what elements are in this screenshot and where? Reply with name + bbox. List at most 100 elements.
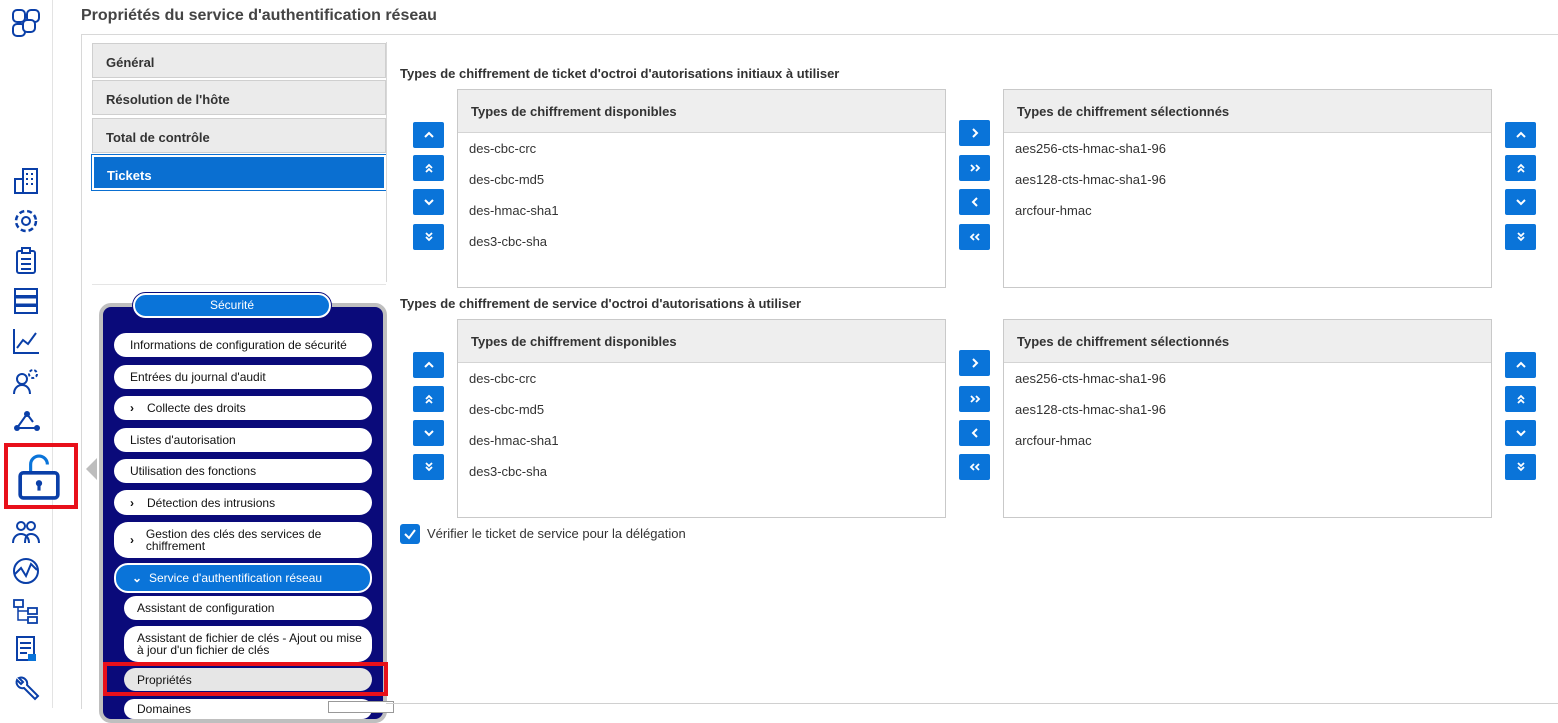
add-all-button[interactable] (959, 386, 990, 412)
menu-item-config-wizard[interactable]: Assistant de configuration (124, 596, 372, 620)
section2-title: Types de chiffrement de service d'octroi… (400, 296, 802, 311)
checkmark-icon (404, 529, 416, 540)
chevron-right-icon: › (130, 495, 134, 510)
list-item[interactable]: des-cbc-crc (458, 133, 945, 164)
add-selected-button[interactable] (959, 350, 990, 376)
move-up-button[interactable] (1505, 352, 1536, 378)
tab-divider-bottom (92, 284, 386, 285)
remove-selected-button[interactable] (959, 420, 990, 446)
list-item[interactable]: des3-cbc-sha (458, 456, 945, 487)
move-up-button[interactable] (413, 352, 444, 378)
move-top-button[interactable] (1505, 155, 1536, 181)
move-up-button[interactable] (413, 122, 444, 148)
menu-item-keytab-wizard[interactable]: Assistant de fichier de clés - Ajout ou … (124, 626, 372, 662)
verify-service-ticket-label: Vérifier le ticket de service pour la dé… (427, 526, 686, 541)
chevron-right-icon: › (130, 533, 134, 547)
list-item[interactable]: des-hmac-sha1 (458, 195, 945, 226)
menu-item-intrusion-detection[interactable]: › Détection des intrusions (114, 490, 372, 515)
chevron-down-icon: ⌄ (132, 571, 143, 585)
remove-selected-button[interactable] (959, 189, 990, 215)
app-logo-icon[interactable] (9, 6, 43, 40)
list-item[interactable]: des-cbc-md5 (458, 164, 945, 195)
menu-item-label: Assistant de configuration (137, 601, 275, 615)
network-share-icon[interactable] (9, 404, 43, 438)
list-item[interactable]: des-cbc-md5 (458, 394, 945, 425)
menu-item-label: Informations de configuration de sécurit… (130, 338, 347, 352)
menu-item-label: Assistant de fichier de clés - Ajout ou … (137, 631, 362, 657)
menu-item-label: Gestion des clés des services de chiffre… (145, 527, 322, 553)
tab-host-resolution[interactable]: Résolution de l'hôte (92, 80, 386, 115)
list-item[interactable]: des3-cbc-sha (458, 226, 945, 257)
move-down-button[interactable] (413, 420, 444, 446)
move-top-button[interactable] (1505, 386, 1536, 412)
menu-item-label: Entrées du journal d'audit (130, 370, 266, 384)
page-title: Propriétés du service d'authentification… (81, 7, 437, 24)
gear-icon[interactable] (9, 204, 43, 238)
tab-general[interactable]: Général (92, 43, 386, 78)
menu-item-crypto-key-management[interactable]: › Gestion des clés des services de chiffr… (114, 522, 372, 558)
security-flyout-title: Sécurité (133, 293, 331, 318)
move-bottom-button[interactable] (1505, 454, 1536, 480)
left-navigation-rail (0, 0, 60, 708)
list-item[interactable]: aes128-cts-hmac-sha1-96 (1004, 164, 1491, 195)
document-list-icon[interactable] (9, 632, 43, 666)
selected-types-list[interactable]: Types de chiffrement sélectionnés aes256… (1003, 89, 1492, 288)
chevron-right-icon: › (130, 401, 134, 415)
move-bottom-button[interactable] (1505, 224, 1536, 250)
list-header: Types de chiffrement sélectionnés (1004, 320, 1491, 363)
menu-item-label: Détection des intrusions (147, 495, 276, 510)
remove-all-button[interactable] (959, 224, 990, 250)
add-all-button[interactable] (959, 155, 990, 181)
tooltip (328, 701, 394, 713)
list-item[interactable]: arcfour-hmac (1004, 425, 1491, 456)
section1-title: Types de chiffrement de ticket d'octroi … (400, 66, 840, 81)
menu-item-audit-journal[interactable]: Entrées du journal d'audit (114, 365, 372, 389)
selected-types-list[interactable]: Types de chiffrement sélectionnés aes256… (1003, 319, 1492, 518)
menu-item-function-usage[interactable]: Utilisation des fonctions (114, 459, 372, 483)
add-selected-button[interactable] (959, 120, 990, 146)
move-bottom-button[interactable] (413, 224, 444, 250)
menu-item-security-config-info[interactable]: Informations de configuration de sécurit… (114, 333, 372, 357)
line-chart-icon[interactable] (9, 324, 43, 358)
list-header: Types de chiffrement disponibles (458, 320, 945, 363)
menu-item-authority-collection[interactable]: › Collecte des droits (114, 396, 372, 420)
tab-tickets[interactable]: Tickets (91, 154, 387, 191)
move-top-button[interactable] (413, 386, 444, 412)
users-group-icon[interactable] (9, 514, 43, 548)
menu-item-label: Service d'authentification réseau (149, 571, 323, 585)
tab-checksum[interactable]: Total de contrôle (92, 118, 386, 153)
move-down-button[interactable] (1505, 420, 1536, 446)
list-item[interactable]: aes256-cts-hmac-sha1-96 (1004, 133, 1491, 164)
server-stack-icon[interactable] (9, 284, 43, 318)
menu-item-label: Listes d'autorisation (130, 433, 236, 447)
properties-highlight-box (103, 662, 388, 696)
performance-gauge-icon[interactable] (9, 554, 43, 588)
menu-item-label: Collecte des droits (147, 401, 246, 415)
lock-highlight-box (4, 443, 78, 509)
user-settings-icon[interactable] (9, 364, 43, 398)
list-header: Types de chiffrement sélectionnés (1004, 90, 1491, 133)
bottom-divider (386, 703, 1558, 704)
move-bottom-button[interactable] (413, 454, 444, 480)
menu-item-label: Domaines (137, 702, 192, 716)
clipboard-icon[interactable] (9, 244, 43, 278)
tab-divider (386, 42, 387, 282)
list-item[interactable]: aes256-cts-hmac-sha1-96 (1004, 363, 1491, 394)
folder-tree-icon[interactable] (9, 594, 43, 628)
move-top-button[interactable] (413, 155, 444, 181)
list-item[interactable]: des-cbc-crc (458, 363, 945, 394)
available-types-list[interactable]: Types de chiffrement disponibles des-cbc… (457, 89, 946, 288)
available-types-list[interactable]: Types de chiffrement disponibles des-cbc… (457, 319, 946, 518)
list-item[interactable]: arcfour-hmac (1004, 195, 1491, 226)
list-item[interactable]: aes128-cts-hmac-sha1-96 (1004, 394, 1491, 425)
menu-item-network-auth-service[interactable]: ⌄ Service d'authentification réseau (114, 563, 372, 593)
list-item[interactable]: des-hmac-sha1 (458, 425, 945, 456)
wrench-icon[interactable] (9, 672, 43, 706)
move-down-button[interactable] (1505, 189, 1536, 215)
move-down-button[interactable] (413, 189, 444, 215)
move-up-button[interactable] (1505, 122, 1536, 148)
verify-service-ticket-checkbox[interactable] (400, 524, 420, 544)
remove-all-button[interactable] (959, 454, 990, 480)
menu-item-authorization-lists[interactable]: Listes d'autorisation (114, 428, 372, 452)
building-icon[interactable] (9, 164, 43, 198)
